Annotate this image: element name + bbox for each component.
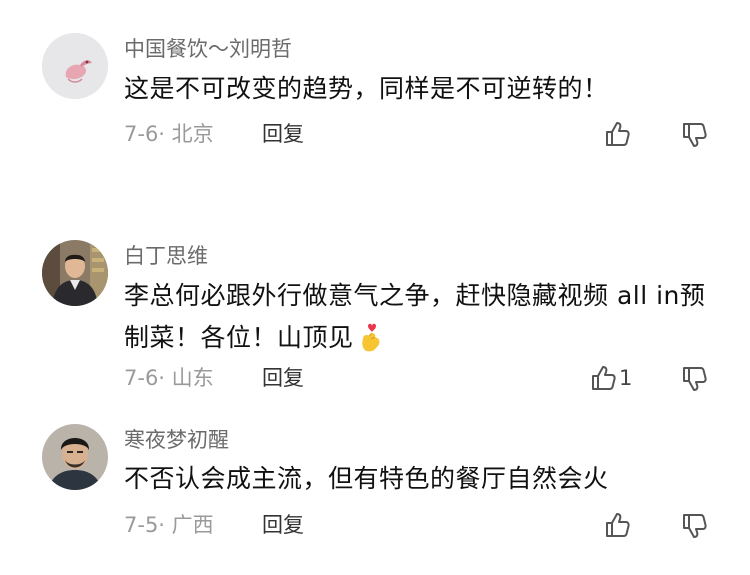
dislike-button[interactable] — [680, 121, 708, 149]
finger-heart-emoji-icon — [358, 322, 384, 365]
thumbs-down-icon — [683, 514, 707, 538]
avatar[interactable] — [42, 33, 108, 99]
reply-button[interactable]: 回复 — [262, 512, 304, 538]
comment-date-location: 7-5· 广西 — [124, 513, 214, 537]
reply-button[interactable]: 回复 — [262, 121, 304, 147]
avatar[interactable] — [42, 424, 108, 490]
comment-text: 这是不可改变的趋势，同样是不可逆转的！ — [124, 74, 609, 103]
thumbs-up-icon — [606, 122, 630, 146]
thumbs-down-icon — [683, 367, 707, 391]
comment-date-location: 7-6· 山东 — [124, 366, 214, 390]
man-portrait-avatar-icon — [42, 240, 108, 306]
reply-button[interactable]: 回复 — [262, 365, 304, 391]
comment-text-body: 李总何必跟外行做意气之争，赶快隐藏视频 all in预制菜！各位！山顶见 — [124, 281, 706, 352]
dislike-button[interactable] — [680, 512, 708, 540]
comment-username[interactable]: 寒夜梦初醒 — [124, 427, 229, 453]
avatar[interactable] — [42, 240, 108, 306]
like-button[interactable] — [603, 511, 633, 539]
comment-username[interactable]: 中国餐饮～刘明哲 — [124, 36, 292, 62]
comment-text: 不否认会成主流，但有特色的餐厅自然会火 — [124, 464, 609, 493]
like-button[interactable]: 1 — [589, 364, 632, 392]
like-button[interactable] — [603, 120, 633, 148]
thumbs-up-icon — [592, 366, 616, 390]
comment-username[interactable]: 白丁思维 — [124, 243, 208, 269]
dislike-button[interactable] — [680, 365, 708, 393]
pink-bird-avatar-icon — [42, 33, 108, 99]
like-count: 1 — [619, 366, 633, 390]
thumbs-up-icon — [606, 513, 630, 537]
comment-text: 李总何必跟外行做意气之争，赶快隐藏视频 all in预制菜！各位！山顶见 — [124, 275, 709, 365]
thumbs-down-icon — [683, 123, 707, 147]
man-portrait-avatar-icon — [42, 424, 108, 490]
comment-date-location: 7-6· 北京 — [124, 122, 214, 146]
